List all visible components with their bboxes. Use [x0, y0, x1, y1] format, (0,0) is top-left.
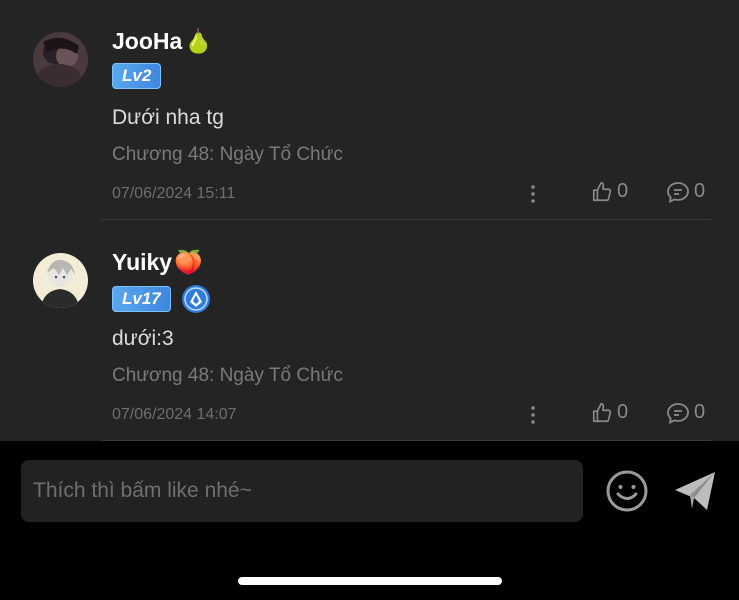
username-emoji: 🍐: [184, 28, 213, 54]
comment-text: Dưới nha tg: [112, 106, 224, 129]
emoji-button[interactable]: [604, 468, 650, 514]
comment-timestamp: 07/06/2024 14:07: [112, 406, 237, 423]
level-badge: Lv17: [112, 286, 171, 312]
reply-button[interactable]: 0: [666, 401, 705, 424]
comment-item: JooHa 🍐 Lv2 Dưới nha tg Chương 48: Ngày …: [0, 0, 739, 221]
comment-icon: [667, 181, 689, 203]
send-icon: [675, 472, 715, 510]
username[interactable]: Yuiky 🍑: [112, 249, 203, 276]
home-indicator[interactable]: [238, 577, 502, 585]
like-count: 0: [617, 401, 629, 423]
send-button[interactable]: [672, 468, 718, 514]
comment-text: dưới:3: [112, 327, 174, 350]
chapter-link[interactable]: Chương 48: Ngày Tổ Chức: [112, 365, 343, 387]
username-emoji: 🍑: [174, 249, 203, 275]
more-vertical-icon[interactable]: [526, 405, 540, 425]
comment-icon: [667, 402, 689, 424]
username-text: JooHa: [112, 28, 183, 54]
comment-composer: [0, 441, 739, 600]
like-count: 0: [617, 180, 629, 202]
avatar[interactable]: [33, 32, 88, 87]
reply-count: 0: [694, 401, 706, 423]
chapter-link[interactable]: Chương 48: Ngày Tổ Chức: [112, 144, 343, 166]
avatar[interactable]: [33, 253, 88, 308]
more-vertical-icon[interactable]: [526, 184, 540, 204]
comment-timestamp: 07/06/2024 15:11: [112, 185, 236, 202]
thumbs-up-icon: [592, 181, 612, 201]
reply-count: 0: [694, 180, 706, 202]
thumbs-up-icon: [592, 402, 612, 422]
blue-shield-badge-icon: [181, 285, 210, 313]
badge-row: Lv2: [112, 63, 162, 89]
comment-feed: JooHa 🍐 Lv2 Dưới nha tg Chương 48: Ngày …: [0, 0, 739, 441]
comment-item: Yuiky 🍑 Lv17 dưới:3 Chương 48: Ngày Tổ C…: [0, 221, 739, 441]
reply-button[interactable]: 0: [666, 180, 705, 203]
like-button[interactable]: 0: [591, 180, 628, 203]
smiley-icon: [606, 470, 648, 512]
badge-row: Lv17: [112, 284, 211, 314]
comment-input[interactable]: [21, 460, 583, 522]
username[interactable]: JooHa 🍐: [112, 28, 213, 55]
divider: [101, 219, 711, 220]
level-badge: Lv2: [112, 63, 162, 89]
like-button[interactable]: 0: [591, 401, 628, 424]
username-text: Yuiky: [112, 249, 173, 275]
